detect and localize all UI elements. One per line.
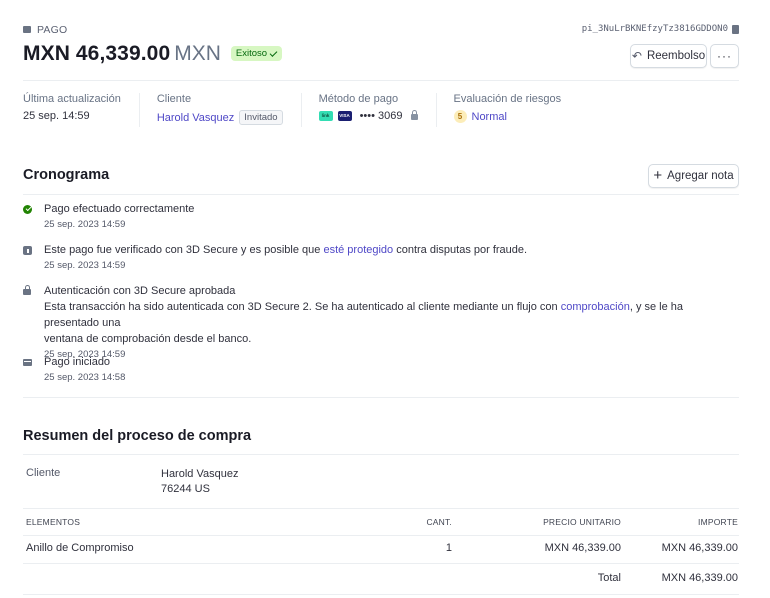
add-note-label: Agregar nota xyxy=(667,170,734,182)
divider xyxy=(23,594,739,595)
visa-brand-icon: VISA xyxy=(337,111,352,121)
add-note-button[interactable]: + Agregar nota xyxy=(648,164,739,188)
lock-icon xyxy=(23,285,31,295)
checkout-customer-name: Harold Vasquez xyxy=(161,468,239,480)
event-text: Esta transacción ha sido autenticada con… xyxy=(44,301,561,313)
checkout-customer-label: Cliente xyxy=(26,467,61,479)
lock-icon xyxy=(410,110,418,120)
event-title: Pago efectuado correctamente xyxy=(44,203,195,215)
refund-label: Reembolso xyxy=(646,50,706,62)
amount-currency: MXN xyxy=(174,42,221,65)
payment-summary: Última actualización 25 sep. 14:59 Clien… xyxy=(23,93,596,127)
kicker-label: PAGO xyxy=(37,24,68,36)
divider xyxy=(23,80,739,81)
payment-id[interactable]: pi_3NuLrBKNEfzyTz3816GDDON0 xyxy=(582,24,739,34)
customer-label: Cliente xyxy=(156,93,192,105)
amount-value: MXN 46,339.00 xyxy=(23,42,171,65)
divider xyxy=(23,563,739,564)
event-title: Pago iniciado xyxy=(44,356,111,368)
refund-arrow-icon: ↶ xyxy=(631,49,642,63)
event-date: 25 sep. 2023 14:58 xyxy=(44,372,126,383)
item-name: Anillo de Compromiso xyxy=(26,542,134,554)
item-unit-price: MXN 46,339.00 xyxy=(544,542,621,554)
challenge-link[interactable]: comprobación xyxy=(561,301,630,313)
risk-label: Evaluación de riesgos xyxy=(453,93,562,105)
payment-id-text: pi_3NuLrBKNEfzyTz3816GDDON0 xyxy=(581,24,728,34)
event-text: Este pago fue verificado con 3D Secure y… xyxy=(44,244,324,256)
protected-link[interactable]: esté protegido xyxy=(323,244,393,256)
risk-link[interactable]: Normal xyxy=(472,111,507,123)
event-text: contra disputas por fraude. xyxy=(393,244,528,256)
link-brand-icon: link xyxy=(318,111,333,121)
customer-link[interactable]: Harold Vasquez xyxy=(157,112,234,124)
page-kicker: PAGO xyxy=(23,24,67,36)
item-qty: 1 xyxy=(445,542,452,554)
col-header-qty: CANT. xyxy=(426,517,452,527)
payment-amount: MXN 46,339.00 MXN Exitoso xyxy=(23,42,283,66)
timeline-event: Este pago fue verificado con 3D Secure y… xyxy=(23,242,739,273)
copy-icon[interactable] xyxy=(732,24,739,34)
event-date: 25 sep. 2023 14:59 xyxy=(44,219,126,230)
event-title: Este pago fue verificado con 3D Secure y… xyxy=(44,242,739,258)
checkout-title: Resumen del proceso de compra xyxy=(23,428,252,444)
item-amount: MXN 46,339.00 xyxy=(661,542,738,554)
updated-label: Última actualización xyxy=(23,93,121,105)
plus-icon: + xyxy=(653,167,663,184)
more-actions-button[interactable]: ··· xyxy=(710,44,739,68)
total-label: Total xyxy=(597,572,621,584)
col-header-unit-price: PRECIO UNITARIO xyxy=(543,517,621,527)
col-header-amount: IMPORTE xyxy=(698,517,738,527)
card-last4: •••• 3069 xyxy=(359,110,403,122)
timeline-event: Pago iniciado 25 sep. 2023 14:58 xyxy=(23,354,739,385)
event-date: 25 sep. 2023 14:59 xyxy=(44,260,126,271)
method-label: Método de pago xyxy=(318,93,399,105)
refund-button[interactable]: ↶ Reembolso xyxy=(630,44,707,68)
col-header-items: ELEMENTOS xyxy=(26,517,81,527)
divider xyxy=(23,535,739,536)
card-icon xyxy=(23,359,32,366)
timeline-event: Autenticación con 3D Secure aprobada Est… xyxy=(23,283,739,362)
check-circle-icon xyxy=(23,205,32,214)
total-value: MXN 46,339.00 xyxy=(661,572,738,584)
summary-updated: Última actualización 25 sep. 14:59 xyxy=(23,93,140,127)
status-label: Exitoso xyxy=(235,48,268,59)
summary-payment-method: Método de pago link VISA •••• 3069 xyxy=(318,93,437,127)
checkout-customer-value: Harold Vasquez 76244 US xyxy=(161,467,238,497)
divider xyxy=(23,508,739,509)
event-description: Esta transacción ha sido autenticada con… xyxy=(44,299,739,331)
info-icon xyxy=(23,246,32,255)
updated-value: 25 sep. 14:59 xyxy=(23,110,90,122)
timeline-title: Cronograma xyxy=(23,167,110,183)
risk-score-badge: 5 xyxy=(453,110,467,123)
status-badge: Exitoso xyxy=(230,46,283,61)
timeline-event: Pago efectuado correctamente 25 sep. 202… xyxy=(23,201,739,232)
divider xyxy=(23,454,739,455)
summary-risk: Evaluación de riesgos 5 Normal xyxy=(453,93,580,127)
event-title: Autenticación con 3D Secure aprobada xyxy=(44,285,236,297)
divider xyxy=(23,194,739,195)
more-icon: ··· xyxy=(717,49,732,63)
summary-customer: Cliente Harold Vasquez Invitado xyxy=(157,93,302,127)
check-icon xyxy=(269,48,278,57)
checkout-customer-address: 76244 US xyxy=(161,483,210,495)
guest-badge: Invitado xyxy=(239,110,283,125)
event-description: ventana de comprobación desde el banco. xyxy=(44,333,252,345)
payment-icon xyxy=(23,25,31,33)
divider xyxy=(23,397,739,398)
